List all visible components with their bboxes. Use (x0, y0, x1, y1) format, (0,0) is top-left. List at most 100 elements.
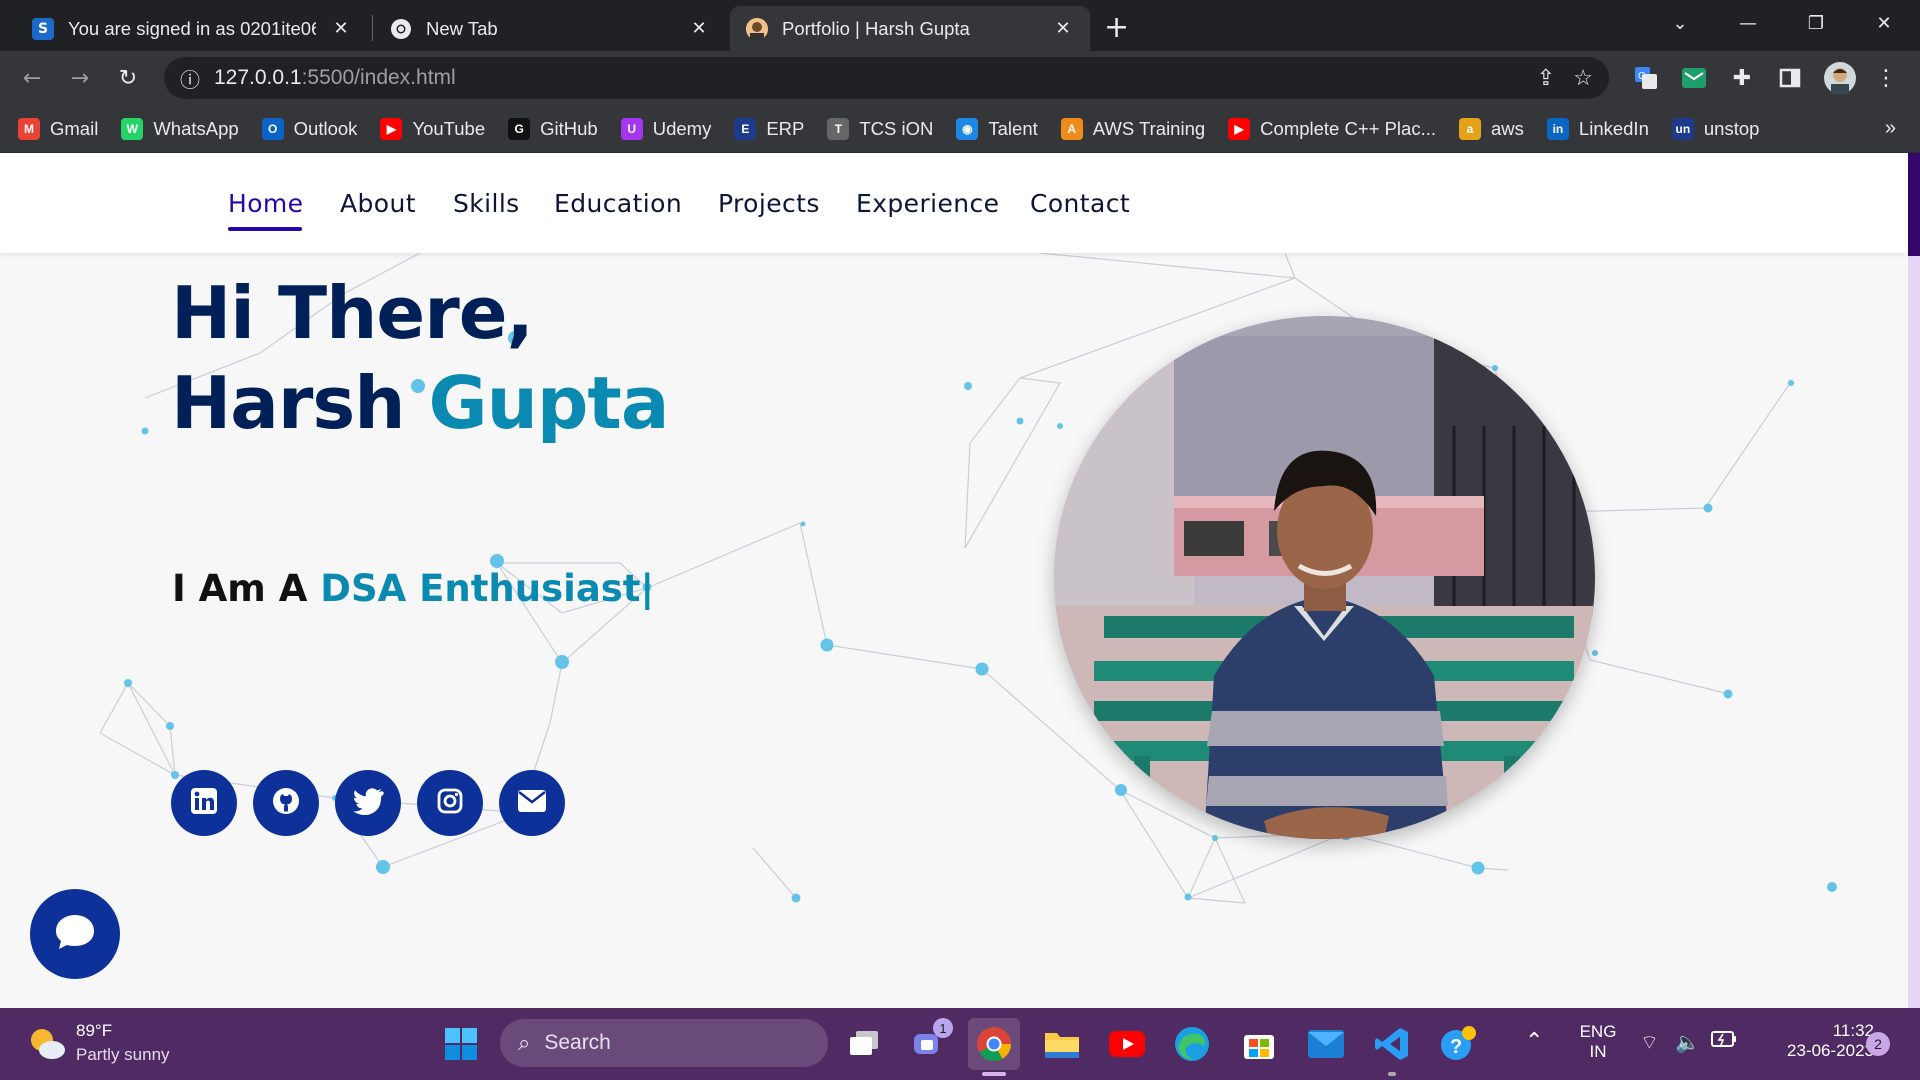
help-app-icon[interactable]: ? (1432, 1018, 1484, 1070)
bookmark-outlook[interactable]: O Outlook (261, 117, 357, 140)
email-button[interactable] (499, 770, 565, 836)
chat-bubble-icon (53, 912, 97, 956)
address-bar[interactable]: ⓘ 127.0.0.1:5500/index.html ⇪ ☆ (164, 57, 1609, 99)
profile-photo (1054, 316, 1595, 839)
task-view-icon[interactable] (838, 1018, 890, 1070)
close-tab-icon[interactable]: ✕ (688, 18, 710, 39)
extensions-puzzle-icon[interactable]: ✚ (1724, 60, 1760, 96)
linkedin-icon (190, 787, 218, 819)
nav-projects[interactable]: Projects (718, 189, 820, 218)
tab-search-chevron-icon[interactable]: ⌄ (1652, 6, 1708, 40)
bookmark-favicon-icon: E (734, 117, 757, 140)
github-button[interactable] (253, 770, 319, 836)
side-panel-icon[interactable] (1772, 60, 1808, 96)
chevron-up-icon[interactable]: ⌃ (1525, 1028, 1543, 1054)
tab-portfolio[interactable]: Portfolio | Harsh Gupta ✕ (730, 6, 1090, 51)
linkedin-button[interactable] (171, 770, 237, 836)
bookmark-udemy[interactable]: U Udemy (620, 117, 711, 140)
forward-icon[interactable]: → (62, 60, 98, 96)
bookmark-favicon-icon: W (121, 117, 144, 140)
bookmark-tcs-ion[interactable]: T TCS iON (827, 117, 934, 140)
youtube-taskbar-icon[interactable] (1101, 1018, 1153, 1070)
chrome-icon (390, 18, 412, 40)
bookmark-label: Complete C++ Plac... (1260, 117, 1437, 139)
menu-kebab-icon[interactable]: ⋮ (1868, 60, 1904, 96)
reload-icon[interactable]: ↻ (110, 60, 146, 96)
bookmark-label: LinkedIn (1578, 117, 1649, 139)
edge-icon[interactable] (1166, 1018, 1218, 1070)
vscode-icon[interactable] (1366, 1018, 1418, 1076)
hero-first-name: Harsh (171, 361, 429, 445)
close-window-icon[interactable]: ✕ (1856, 6, 1912, 40)
tab-signed-in[interactable]: S You are signed in as 0201ite069 ✕ (16, 6, 368, 51)
bookmark-favicon-icon: in (1546, 117, 1569, 140)
back-icon[interactable]: ← (14, 60, 50, 96)
weather-icon[interactable] (28, 1026, 66, 1067)
instagram-button[interactable] (417, 770, 483, 836)
profile-avatar-icon[interactable] (1822, 60, 1858, 96)
nav-home[interactable]: Home (228, 189, 303, 218)
close-tab-icon[interactable]: ✕ (1052, 18, 1074, 39)
minimize-icon[interactable]: — (1720, 6, 1776, 40)
nav-contact[interactable]: Contact (1030, 189, 1130, 218)
weather-desc[interactable]: Partly sunny (76, 1045, 170, 1065)
bookmark-youtube[interactable]: ▶ YouTube (380, 117, 485, 140)
search-placeholder: Search (544, 1031, 611, 1054)
new-tab-plus-icon[interactable]: + (1104, 10, 1129, 45)
bookmarks-overflow-icon[interactable]: » (1885, 117, 1896, 140)
site-info-icon[interactable]: ⓘ (180, 64, 200, 93)
nav-about[interactable]: About (340, 189, 416, 218)
translate-icon[interactable]: G (1628, 60, 1664, 96)
mail-app-icon[interactable] (1300, 1018, 1352, 1070)
bookmark-linkedin[interactable]: in LinkedIn (1546, 117, 1649, 140)
twitter-icon (352, 787, 385, 819)
nav-education[interactable]: Education (554, 189, 682, 218)
bookmark-label: WhatsApp (153, 117, 239, 139)
bookmark-unstop[interactable]: un unstop (1671, 117, 1759, 140)
bookmark-favicon-icon: U (620, 117, 643, 140)
bookmark-favicon-icon: a (1459, 117, 1482, 140)
close-tab-icon[interactable]: ✕ (330, 18, 352, 39)
taskbar-search[interactable]: ⌕ Search (500, 1019, 828, 1067)
file-explorer-icon[interactable] (1036, 1018, 1088, 1070)
bookmark-label: AWS Training (1092, 117, 1206, 139)
tab-title: You are signed in as 0201ite069 (68, 17, 316, 39)
bookmark-label: GitHub (540, 117, 598, 139)
nav-skills[interactable]: Skills (453, 189, 520, 218)
bookmark-gmail[interactable]: M Gmail (18, 117, 98, 140)
microsoft-store-icon[interactable] (1233, 1018, 1285, 1070)
bookmark-github[interactable]: G GitHub (508, 117, 598, 140)
battery-icon[interactable] (1711, 1030, 1737, 1053)
bookmark-label: TCS iON (859, 117, 934, 139)
chrome-taskbar-icon[interactable] (968, 1018, 1020, 1076)
page-scrollbar-track[interactable] (1908, 153, 1920, 1008)
bookmark-complete-c-plac[interactable]: ▶ Complete C++ Plac... (1228, 117, 1437, 140)
clock[interactable]: 11:32 23-06-2023 (1754, 1021, 1874, 1061)
windows-start-icon[interactable] (435, 1018, 487, 1070)
bookmark-erp[interactable]: E ERP (734, 117, 804, 140)
url-host: 127.0.0.1 (214, 66, 302, 89)
notification-badge[interactable]: 2 (1866, 1032, 1890, 1056)
share-icon[interactable]: ⇪ (1537, 65, 1555, 91)
tab-new-tab[interactable]: New Tab ✕ (374, 6, 726, 51)
chat-widget-button[interactable] (30, 889, 120, 979)
twitter-button[interactable] (335, 770, 401, 836)
lang-bottom: IN (1589, 1042, 1607, 1061)
bookmark-aws-training[interactable]: A AWS Training (1060, 117, 1206, 140)
language-indicator[interactable]: ENG IN (1578, 1022, 1618, 1062)
browser-tab-strip: S You are signed in as 0201ite069 ✕ New … (0, 0, 1920, 51)
nav-experience[interactable]: Experience (856, 189, 999, 218)
bookmark-aws[interactable]: a aws (1459, 117, 1524, 140)
hero-name: Harsh Gupta (171, 361, 669, 445)
bookmark-label: Talent (988, 117, 1038, 139)
mail-extension-icon[interactable] (1676, 60, 1712, 96)
teams-chat-icon[interactable]: 1 (903, 1018, 955, 1070)
volume-icon[interactable]: 🔈 (1675, 1030, 1700, 1055)
bookmark-star-icon[interactable]: ☆ (1573, 65, 1593, 91)
wifi-icon[interactable]: ⌔ (1640, 1030, 1659, 1055)
page-scrollbar-thumb[interactable] (1908, 153, 1920, 256)
weather-temp[interactable]: 89°F (76, 1021, 112, 1041)
restore-icon[interactable]: ❐ (1788, 6, 1844, 40)
bookmark-whatsapp[interactable]: W WhatsApp (121, 117, 239, 140)
bookmark-talent[interactable]: ◉ Talent (956, 117, 1038, 140)
